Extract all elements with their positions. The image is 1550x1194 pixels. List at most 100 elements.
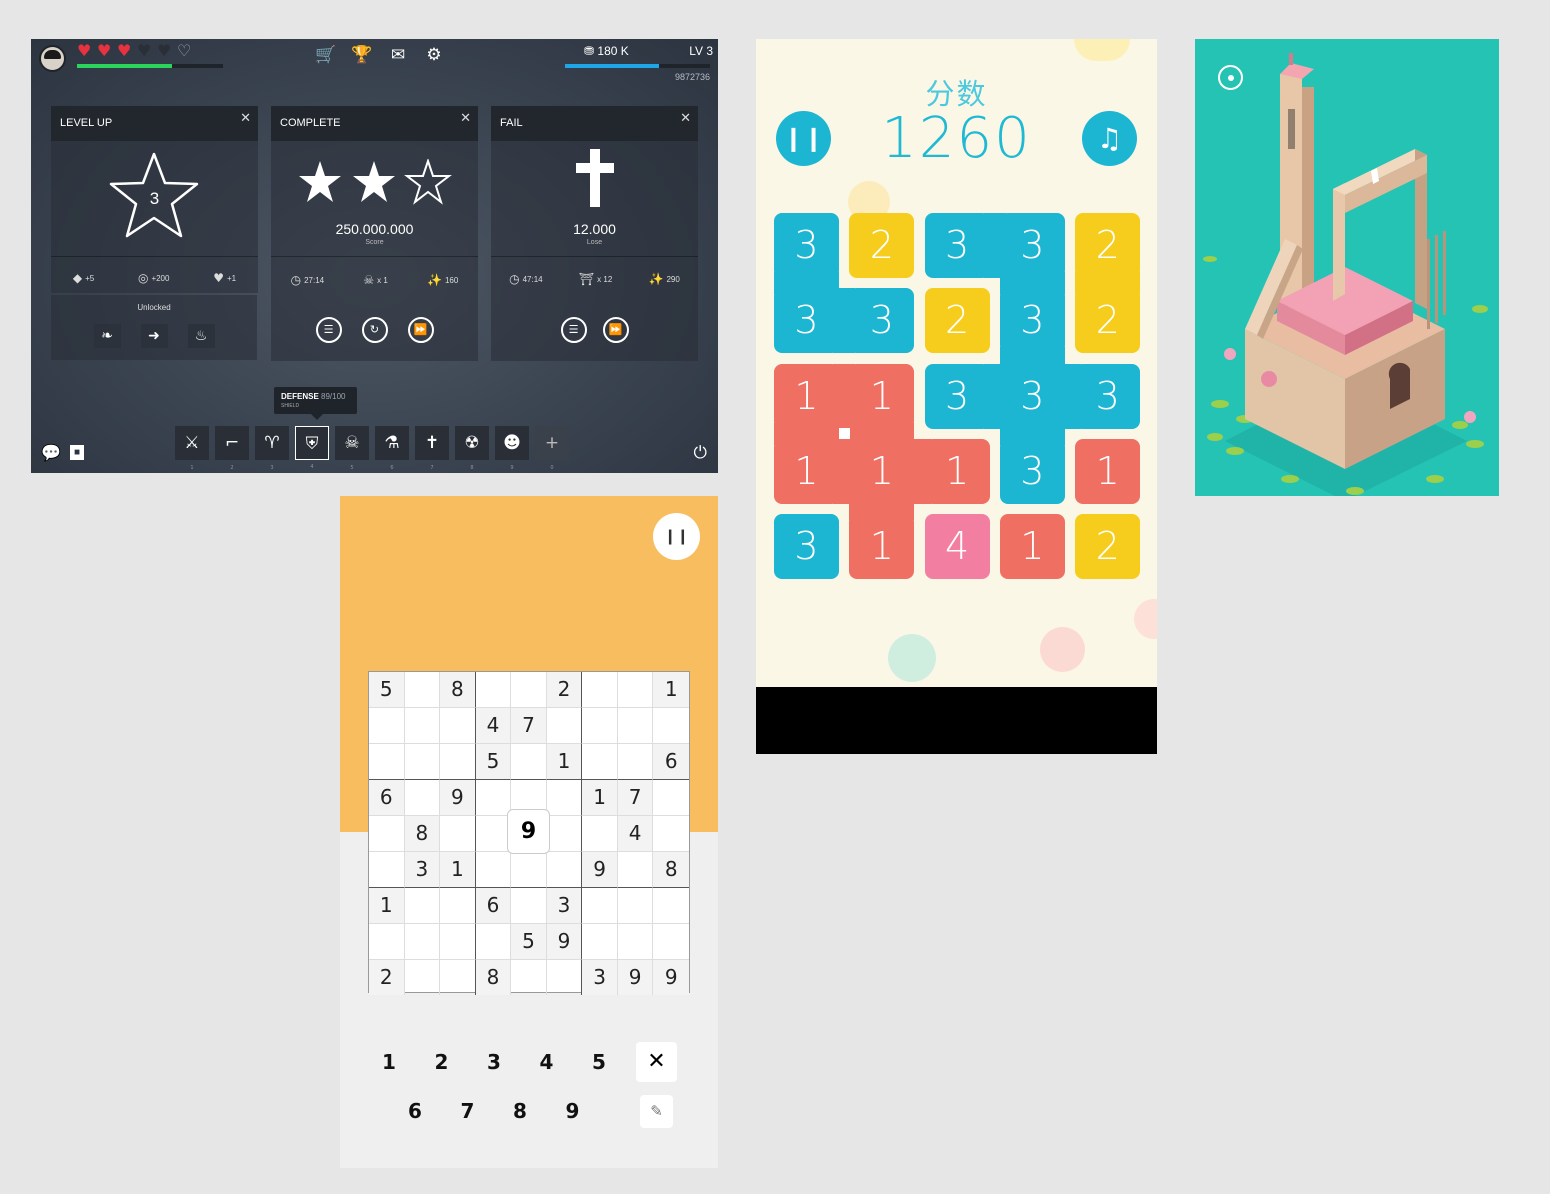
number-tile[interactable]: 4 bbox=[924, 514, 990, 580]
sudoku-cell[interactable] bbox=[546, 816, 583, 852]
sudoku-cell[interactable]: 9 bbox=[582, 852, 618, 888]
sudoku-cell[interactable]: 1 bbox=[582, 780, 618, 816]
sudoku-cell[interactable] bbox=[369, 744, 405, 780]
sudoku-cell[interactable]: 5 bbox=[475, 744, 512, 780]
sudoku-cell[interactable]: 1 bbox=[440, 852, 476, 888]
sudoku-cell[interactable]: 3 bbox=[546, 888, 583, 924]
retry-button[interactable]: ↻ bbox=[361, 317, 388, 343]
number-tile[interactable]: 3 bbox=[924, 363, 990, 429]
sudoku-cell[interactable] bbox=[440, 924, 476, 960]
sudoku-cell[interactable] bbox=[582, 924, 618, 960]
axe-icon[interactable]: ➜ bbox=[140, 324, 168, 348]
add-icon[interactable]: +0 bbox=[535, 426, 569, 471]
selected-cell[interactable]: 9 bbox=[507, 809, 550, 854]
sudoku-cell[interactable] bbox=[405, 960, 441, 995]
close-icon[interactable]: ✕ bbox=[240, 110, 251, 126]
fire-icon[interactable]: ♨ bbox=[187, 324, 215, 348]
sudoku-cell[interactable] bbox=[617, 888, 654, 924]
number-key[interactable]: 6 bbox=[400, 1099, 430, 1123]
sudoku-cell[interactable] bbox=[369, 924, 405, 960]
sudoku-cell[interactable] bbox=[440, 960, 476, 995]
hood-icon[interactable]: ☻ 9 bbox=[495, 426, 529, 471]
sudoku-cell[interactable] bbox=[475, 780, 512, 816]
sudoku-cell[interactable] bbox=[511, 852, 547, 888]
number-tile[interactable]: 3 bbox=[1075, 363, 1141, 429]
number-key[interactable]: 5 bbox=[584, 1050, 614, 1074]
number-tile[interactable]: 1 bbox=[849, 438, 915, 504]
player-avatar[interactable] bbox=[39, 45, 66, 72]
sudoku-cell[interactable] bbox=[440, 744, 476, 780]
sudoku-cell[interactable] bbox=[475, 924, 512, 960]
number-tile[interactable]: 1 bbox=[999, 514, 1065, 580]
number-tile[interactable]: 3 bbox=[999, 288, 1065, 354]
sudoku-cell[interactable]: 9 bbox=[617, 960, 654, 995]
number-tile[interactable]: 2 bbox=[1075, 288, 1141, 354]
sudoku-cell[interactable]: 6 bbox=[369, 780, 405, 816]
sudoku-cell[interactable] bbox=[617, 924, 654, 960]
erase-button[interactable]: ✕ bbox=[636, 1042, 677, 1082]
sudoku-cell[interactable]: 7 bbox=[617, 780, 654, 816]
sudoku-cell[interactable] bbox=[369, 816, 405, 852]
number-tile[interactable]: 2 bbox=[849, 213, 915, 278]
number-key[interactable]: 9 bbox=[558, 1099, 588, 1123]
sudoku-cell[interactable] bbox=[653, 888, 689, 924]
menu-circle-icon[interactable] bbox=[1218, 65, 1243, 90]
sword-icon[interactable]: ⚔ 1 bbox=[175, 426, 209, 471]
sudoku-cell[interactable]: 9 bbox=[546, 924, 583, 960]
skull-icon[interactable]: ☠ 5 bbox=[335, 426, 369, 471]
number-key[interactable]: 8 bbox=[505, 1099, 535, 1123]
journal-icon[interactable]: ■ bbox=[70, 445, 84, 460]
number-tile[interactable]: 2 bbox=[1075, 514, 1141, 580]
sudoku-cell[interactable] bbox=[653, 924, 689, 960]
number-key[interactable]: 7 bbox=[453, 1099, 483, 1123]
sudoku-cell[interactable] bbox=[404, 924, 441, 960]
sudoku-cell[interactable] bbox=[475, 672, 512, 708]
number-tile[interactable]: 3 bbox=[924, 213, 990, 278]
sudoku-cell[interactable]: 6 bbox=[653, 744, 689, 780]
sudoku-cell[interactable]: 8 bbox=[475, 960, 512, 995]
sudoku-cell[interactable] bbox=[547, 960, 583, 995]
sudoku-cell[interactable] bbox=[475, 816, 512, 852]
sudoku-cell[interactable] bbox=[582, 888, 618, 924]
number-tile[interactable]: 2 bbox=[924, 288, 990, 354]
sudoku-cell[interactable]: 8 bbox=[653, 852, 689, 888]
number-tile[interactable]: 3 bbox=[774, 213, 839, 278]
sudoku-cell[interactable] bbox=[404, 888, 441, 924]
sudoku-cell[interactable] bbox=[404, 744, 441, 780]
sudoku-cell[interactable]: 6 bbox=[475, 888, 512, 924]
menu-list-button[interactable]: ☰ bbox=[315, 317, 342, 343]
number-key[interactable]: 1 bbox=[374, 1050, 404, 1074]
number-tile[interactable]: 1 bbox=[849, 514, 915, 580]
cart-icon[interactable]: 🛒 bbox=[315, 45, 337, 65]
number-tile[interactable]: 2 bbox=[1075, 213, 1141, 278]
sudoku-cell[interactable]: 9 bbox=[653, 960, 689, 995]
trophy-icon[interactable]: 🏆 bbox=[351, 45, 373, 65]
number-tile[interactable]: 1 bbox=[774, 363, 839, 429]
sudoku-cell[interactable] bbox=[546, 780, 583, 816]
sudoku-cell[interactable]: 5 bbox=[511, 924, 547, 960]
chat-icon[interactable]: 💬 bbox=[41, 443, 61, 462]
bomb-icon[interactable]: ☢ 8 bbox=[455, 426, 489, 471]
menu-list-button[interactable]: ☰ bbox=[560, 317, 587, 343]
sudoku-cell[interactable]: 1 bbox=[546, 744, 583, 780]
shield-icon[interactable]: ⛨ 4 bbox=[295, 426, 329, 470]
next-button[interactable]: ⏩ bbox=[602, 317, 629, 343]
sudoku-cell[interactable]: 4 bbox=[617, 816, 654, 852]
beast-icon[interactable]: ❧ bbox=[93, 324, 121, 348]
sudoku-cell[interactable] bbox=[582, 708, 618, 744]
sudoku-cell[interactable]: 2 bbox=[546, 672, 583, 708]
sudoku-cell[interactable] bbox=[511, 888, 547, 924]
sudoku-cell[interactable] bbox=[369, 708, 405, 744]
number-tile[interactable]: 3 bbox=[999, 363, 1065, 429]
sudoku-cell[interactable] bbox=[617, 672, 654, 708]
number-key[interactable]: 3 bbox=[479, 1050, 509, 1074]
sudoku-cell[interactable]: 1 bbox=[653, 672, 689, 708]
number-tile[interactable]: 3 bbox=[774, 514, 839, 580]
sudoku-cell[interactable] bbox=[653, 780, 689, 816]
sudoku-cell[interactable] bbox=[617, 744, 654, 780]
power-icon[interactable]: ⏻ bbox=[694, 443, 707, 463]
number-tile[interactable]: 3 bbox=[999, 438, 1065, 504]
sudoku-cell[interactable]: 3 bbox=[404, 852, 441, 888]
sudoku-cell[interactable] bbox=[511, 744, 547, 780]
grave-icon[interactable]: ✝ 7 bbox=[415, 426, 449, 471]
